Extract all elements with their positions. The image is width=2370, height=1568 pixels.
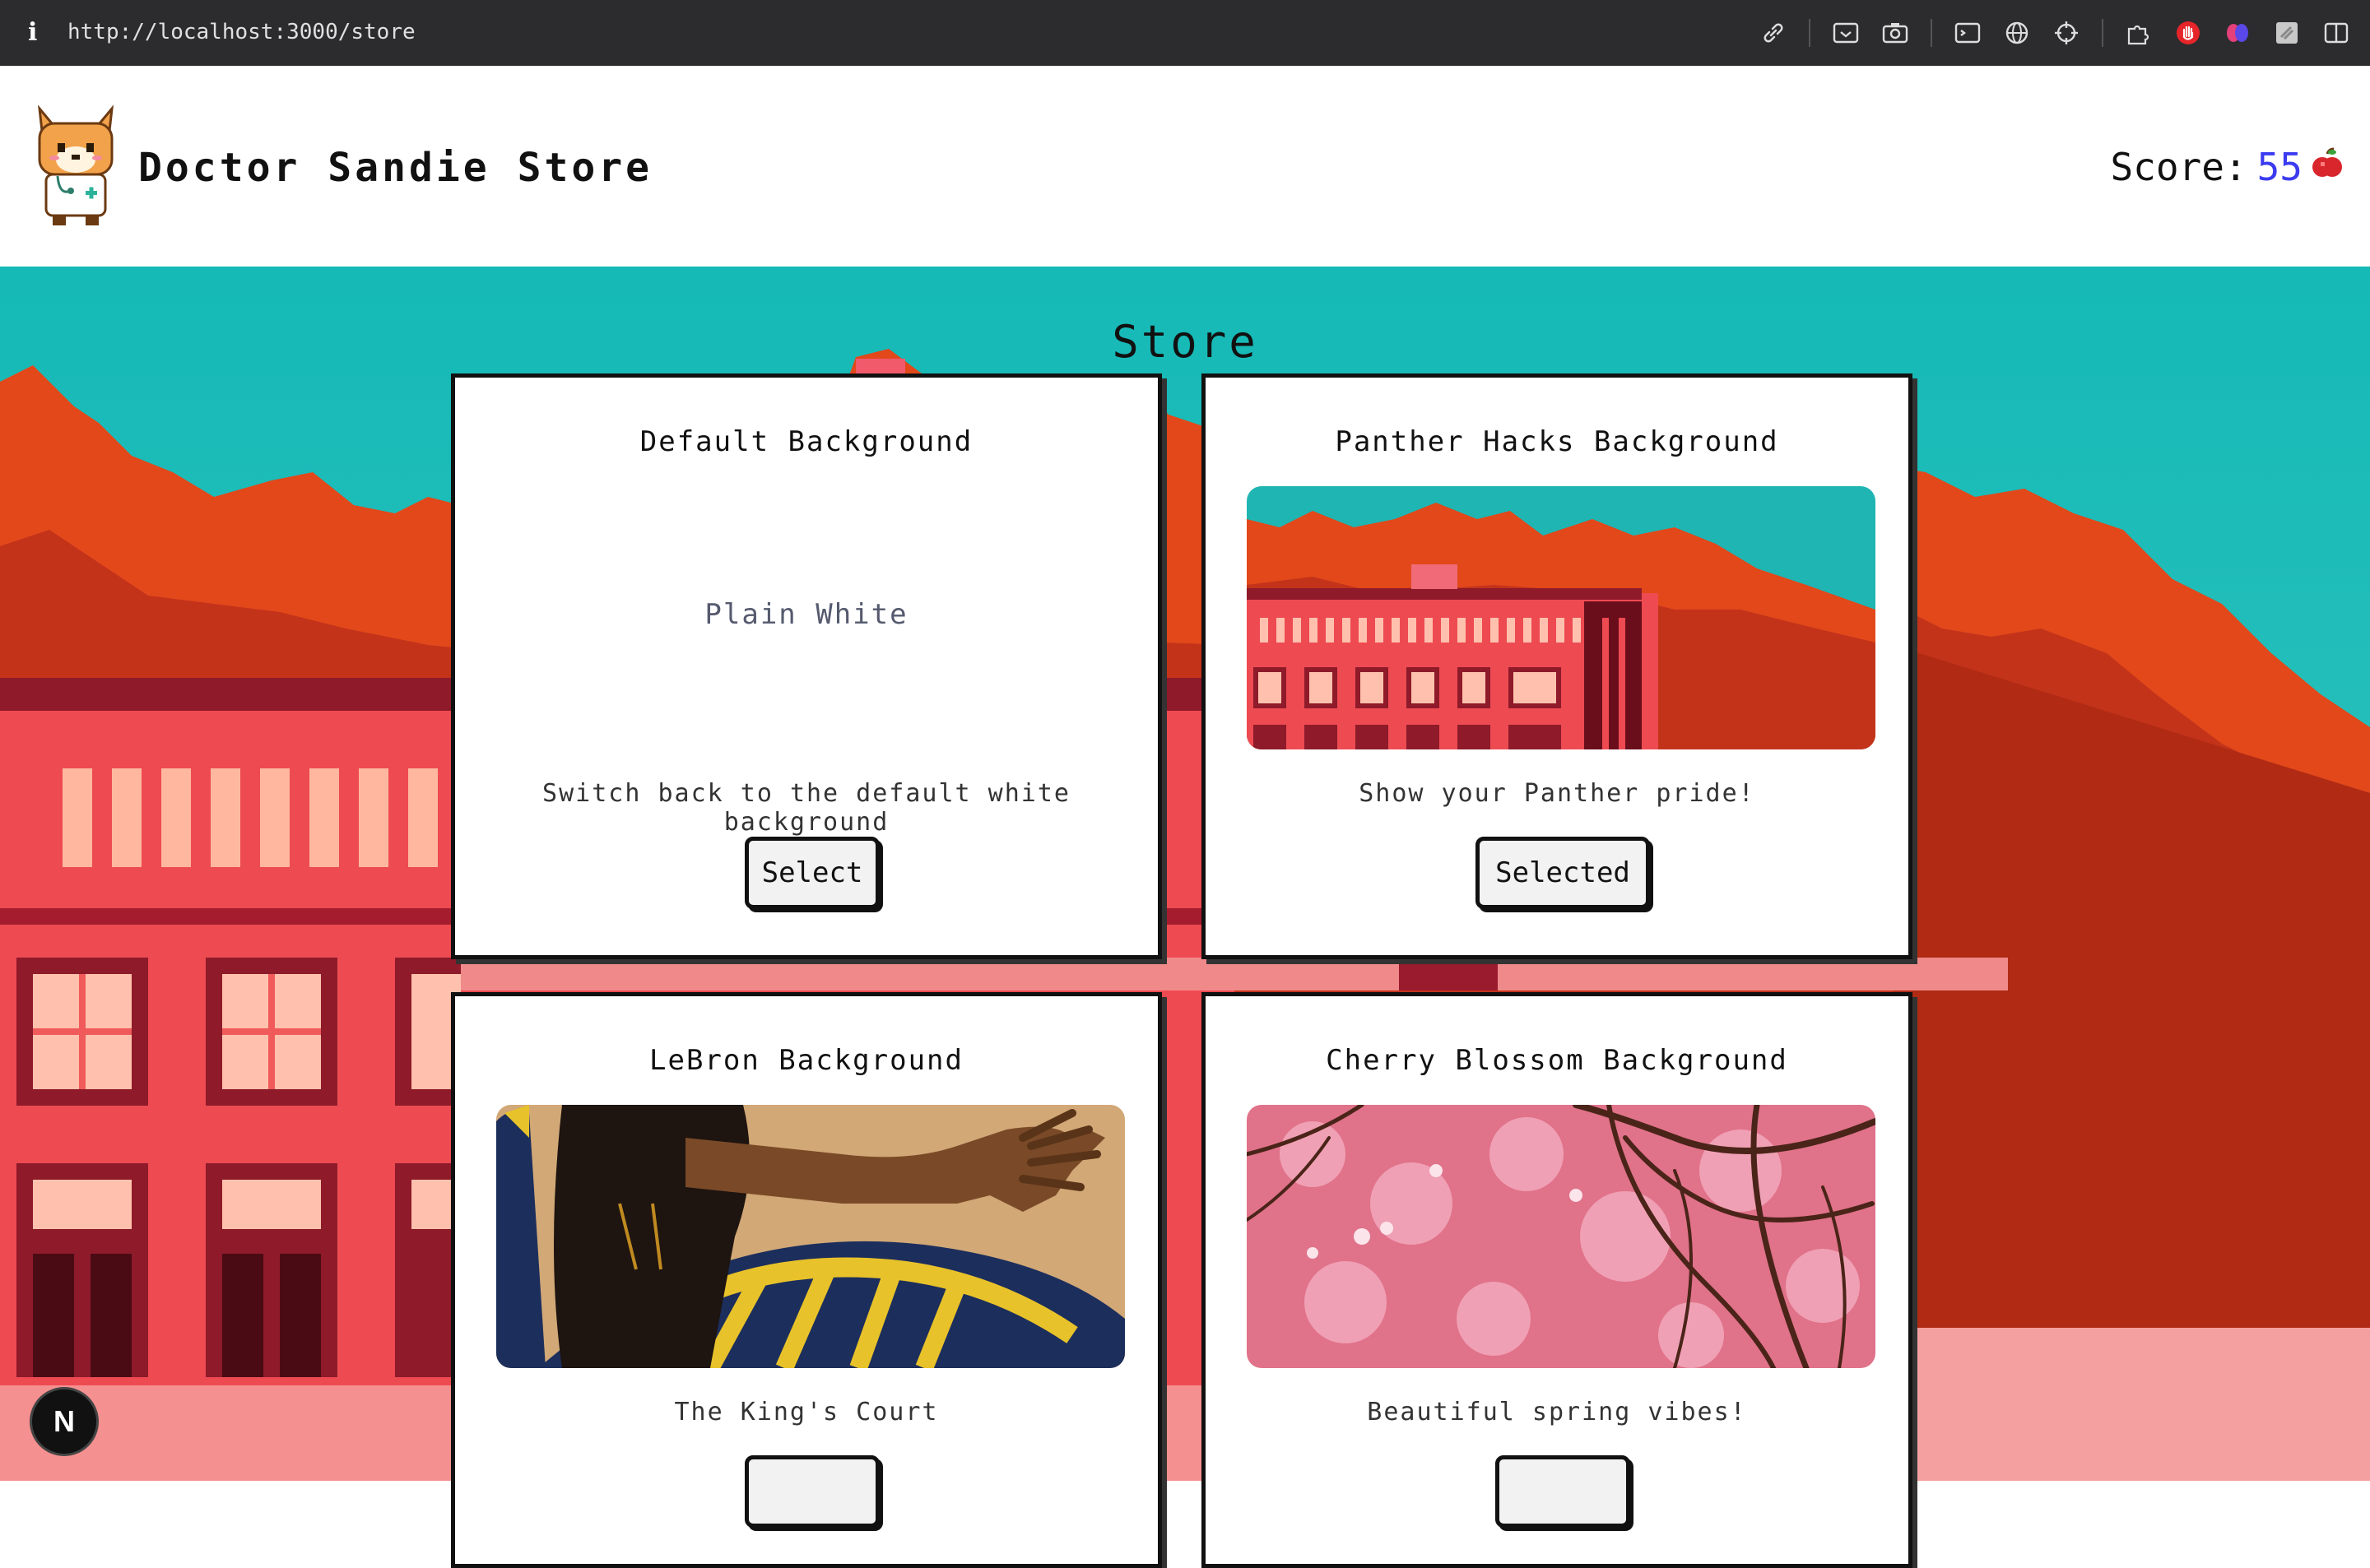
puzzle-icon[interactable] xyxy=(2125,19,2153,47)
toolbar-divider xyxy=(2102,19,2103,47)
score-value: 55 xyxy=(2256,145,2303,189)
site-title[interactable]: Doctor Sandie Store xyxy=(138,145,653,191)
crosshair-icon[interactable] xyxy=(2052,19,2080,47)
panther-hacks-backdrop xyxy=(0,267,2370,1481)
score-display: Score: 55 xyxy=(2110,145,2342,189)
sidebar-icon[interactable] xyxy=(2322,19,2350,47)
backdrop-illustration xyxy=(0,349,2370,1481)
card-preview-image xyxy=(496,1105,1125,1368)
dev-tools-badge[interactable]: N xyxy=(30,1387,99,1456)
site-header: Doctor Sandie Store Score: 55 xyxy=(0,66,2370,267)
browser-toolbar: i http://localhost:3000/store xyxy=(0,0,2370,66)
info-icon[interactable]: i xyxy=(28,18,37,47)
score-label: Score: xyxy=(2110,145,2247,189)
terminal-icon[interactable] xyxy=(1954,19,1982,47)
store-card-cherry-blossom: Cherry Blossom Background Beautiful spri… xyxy=(1201,992,1912,1568)
store-card-panther-hacks: Panther Hacks Background Show your Panth… xyxy=(1201,373,1912,959)
store-card-default: Default Background Plain White Switch ba… xyxy=(451,373,1162,959)
card-button[interactable] xyxy=(745,1455,880,1528)
card-title: LeBron Background xyxy=(649,1044,964,1077)
screenshot-icon[interactable] xyxy=(1832,19,1860,47)
card-description: Beautiful spring vibes! xyxy=(1367,1398,1747,1427)
browser-actions xyxy=(1759,16,2350,49)
brain-icon[interactable] xyxy=(2224,19,2252,47)
apple-icon xyxy=(2312,145,2342,189)
toolbar-divider xyxy=(1931,19,1932,47)
card-button[interactable] xyxy=(1495,1455,1630,1528)
address-bar[interactable]: http://localhost:3000/store xyxy=(67,20,416,44)
card-description: Switch back to the default white backgro… xyxy=(542,779,1071,837)
card-title: Panther Hacks Background xyxy=(1335,425,1779,458)
selected-button[interactable]: Selected xyxy=(1475,837,1650,909)
page-title: Store xyxy=(1112,316,1258,368)
card-title: Default Background xyxy=(639,425,974,458)
store-card-lebron: LeBron Background The King's Court xyxy=(451,992,1162,1568)
card-preview-text: Plain White xyxy=(704,598,908,631)
link-icon[interactable] xyxy=(1759,19,1787,47)
card-description: Show your Panther pride! xyxy=(1359,779,1755,808)
card-description: The King's Court xyxy=(674,1398,939,1427)
camera-icon[interactable] xyxy=(1881,19,1909,47)
hand-stop-icon[interactable] xyxy=(2174,19,2202,47)
toolbar-divider xyxy=(1809,19,1810,47)
card-preview-image xyxy=(1247,1105,1875,1368)
card-title: Cherry Blossom Background xyxy=(1326,1044,1788,1077)
doctor-corgi-logo[interactable] xyxy=(35,104,117,227)
globe-icon[interactable] xyxy=(2003,19,2031,47)
extension-icon[interactable] xyxy=(2273,19,2301,47)
card-preview-image xyxy=(1247,486,1875,749)
select-button[interactable]: Select xyxy=(745,837,880,909)
